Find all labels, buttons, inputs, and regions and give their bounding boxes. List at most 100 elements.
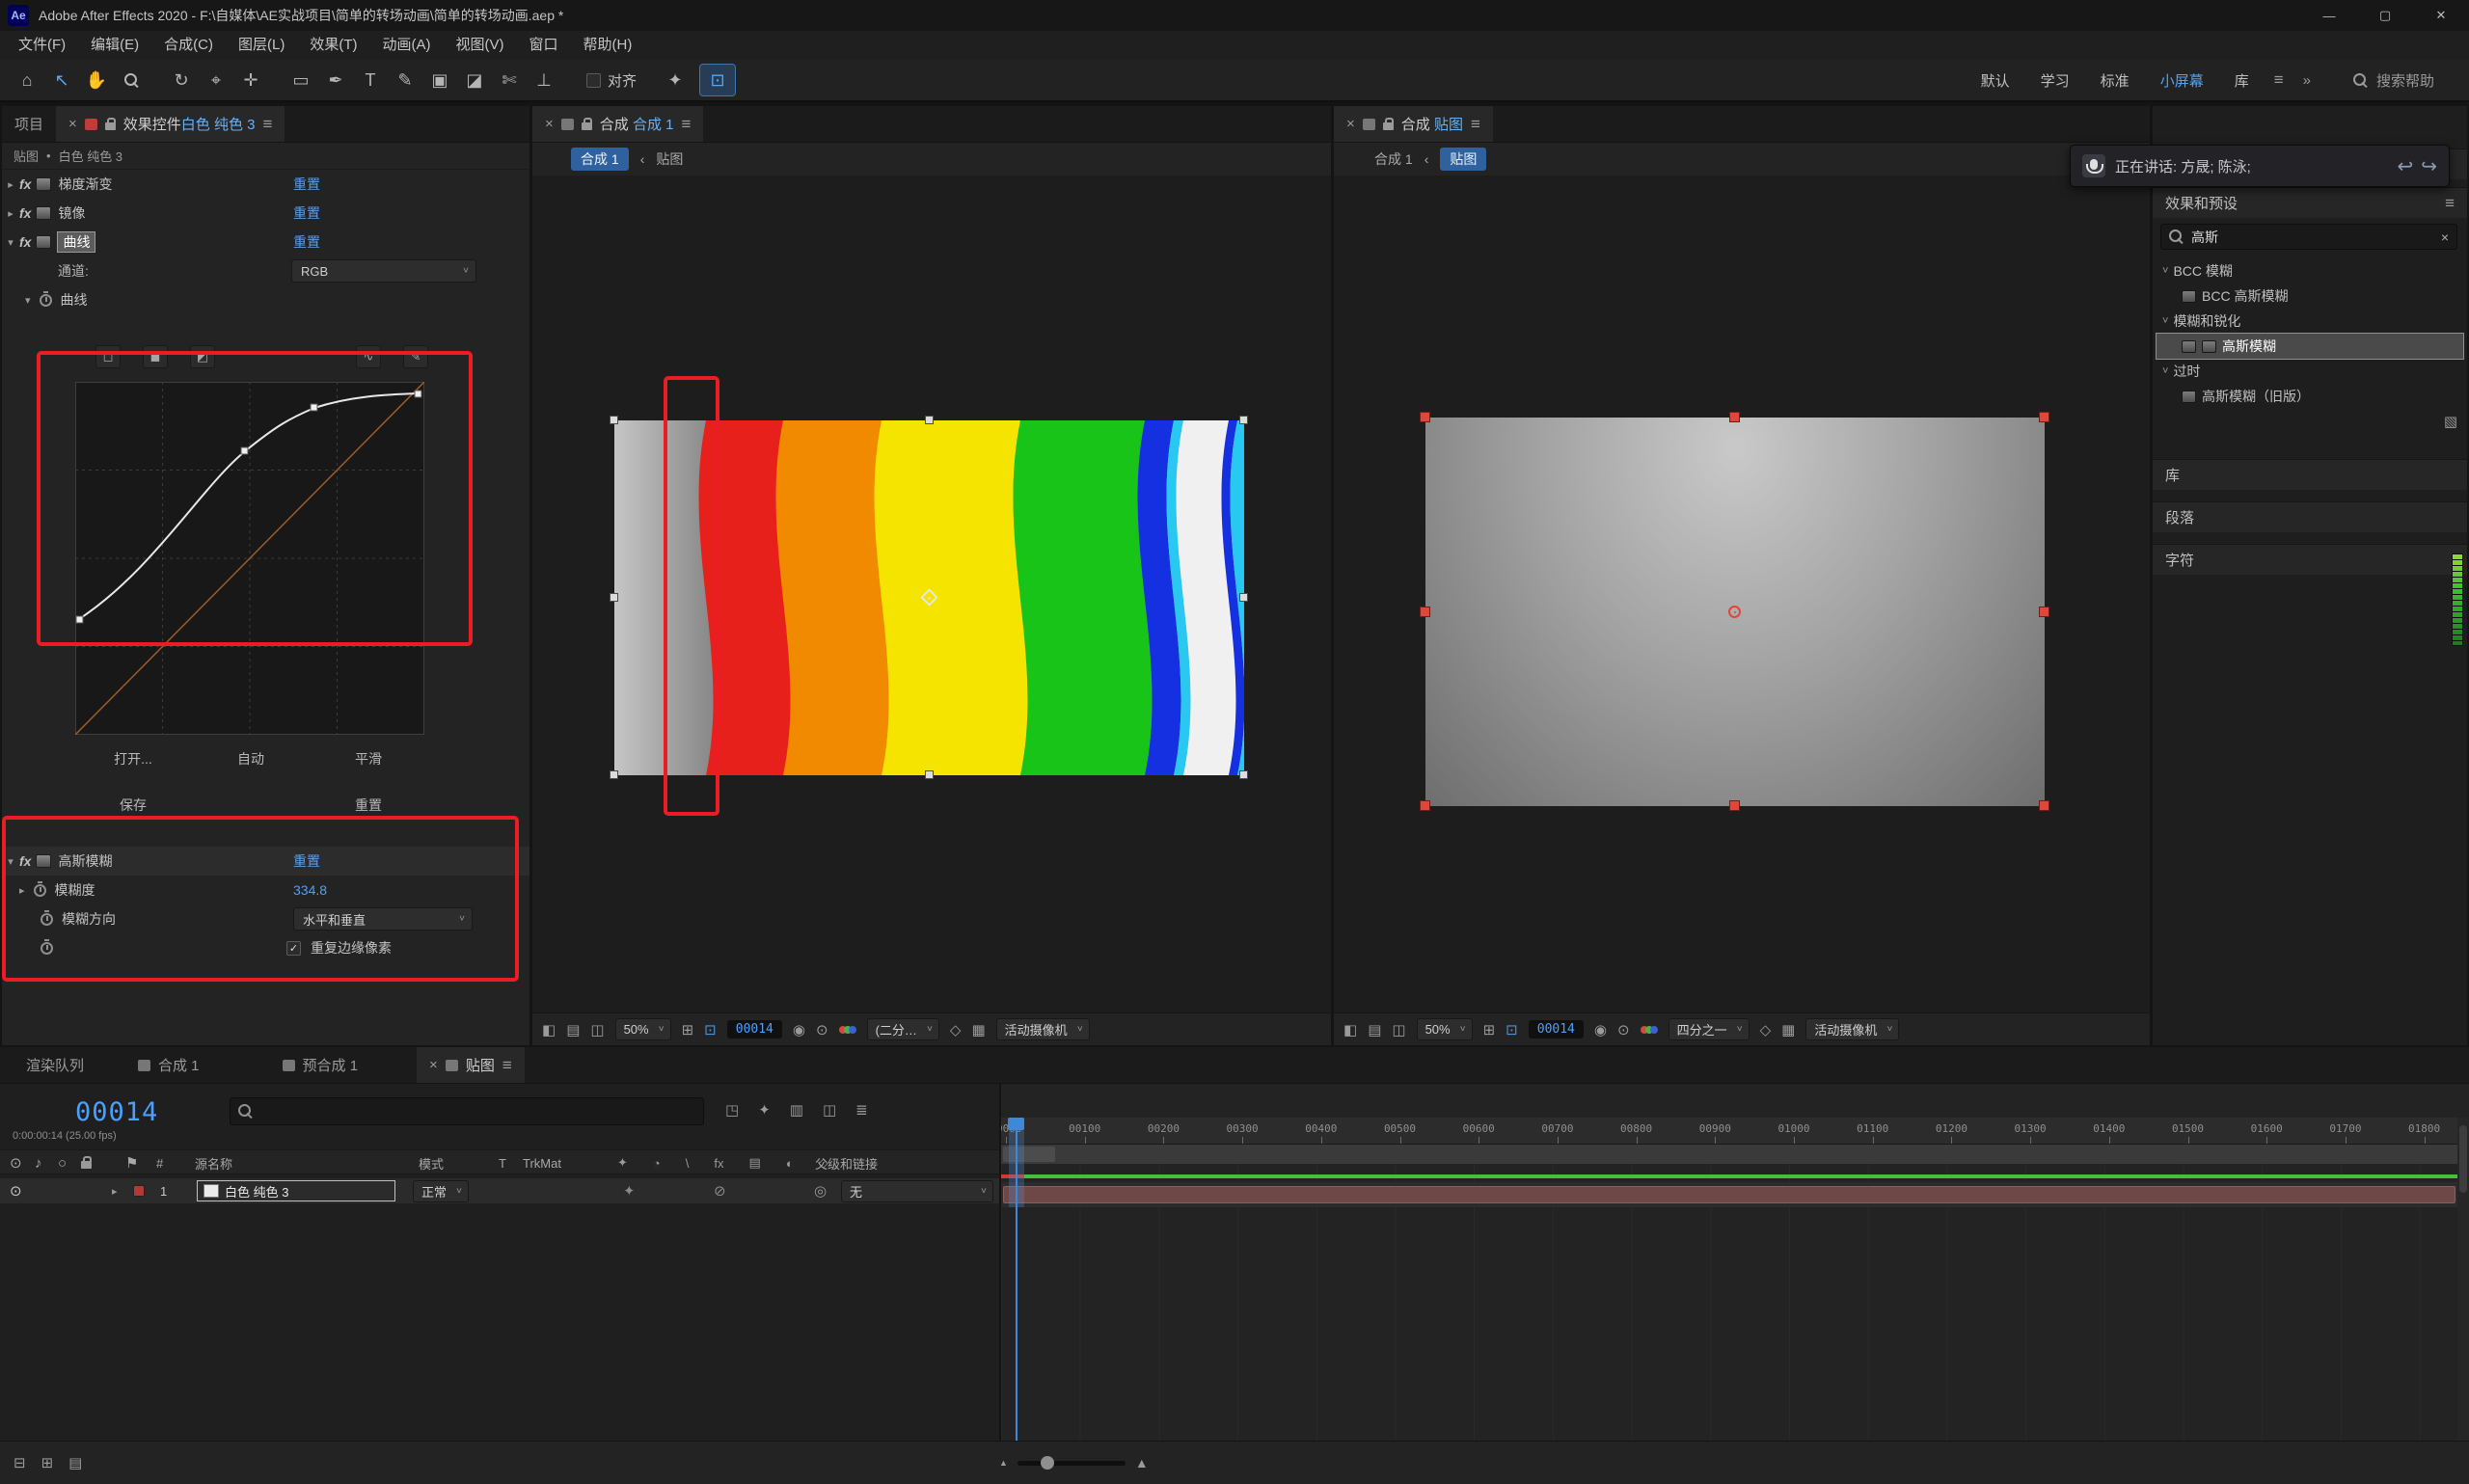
channel-dropdown[interactable]: RGB: [291, 259, 476, 283]
blur-direction-dropdown[interactable]: 水平和垂直: [293, 907, 473, 931]
workspace-库[interactable]: 库: [2219, 70, 2265, 91]
type-tool[interactable]: T: [353, 65, 388, 95]
snapshot-icon[interactable]: [793, 1021, 805, 1039]
close-tab-icon[interactable]: [545, 116, 554, 132]
effects-presets-panel-header[interactable]: 效果和预设: [2153, 187, 2467, 218]
region-of-interest-icon[interactable]: [1506, 1021, 1518, 1039]
transform-handle[interactable]: [1420, 800, 1430, 811]
panel-menu-icon[interactable]: [262, 115, 272, 134]
transform-handle[interactable]: [924, 770, 934, 779]
rulers-icon[interactable]: [1392, 1021, 1405, 1039]
transform-handle[interactable]: [1729, 412, 1740, 422]
mask-toggle-icon[interactable]: [950, 1021, 962, 1039]
anchor-point[interactable]: [1728, 606, 1741, 618]
effect-row-gradient-ramp[interactable]: ▸ fx 梯度渐变 重置: [2, 170, 529, 199]
zoom-dropdown[interactable]: 50%: [614, 1018, 671, 1040]
chevron-down-icon[interactable]: ▾: [2, 855, 19, 868]
stopwatch-icon[interactable]: [41, 909, 53, 926]
grid-options-icon[interactable]: [1368, 1021, 1381, 1039]
menu-item[interactable]: 窗口: [516, 31, 570, 60]
lock-icon[interactable]: [104, 117, 116, 130]
transform-handle[interactable]: [610, 770, 618, 779]
tree-item-effect[interactable]: 高斯模糊（旧版）: [2157, 384, 2463, 409]
view-layout-icon[interactable]: [542, 1021, 556, 1039]
roto-brush-tool[interactable]: ✄: [492, 65, 527, 95]
snapshot-icon[interactable]: [1594, 1021, 1607, 1039]
camera-dropdown[interactable]: 活动摄像机: [1805, 1018, 1900, 1040]
viewer-timecode[interactable]: 00014: [726, 1020, 782, 1039]
transform-handle[interactable]: [924, 416, 934, 424]
curves-graph[interactable]: [74, 381, 425, 736]
chevron-right-icon[interactable]: ▸: [2, 207, 19, 220]
layer-quality-icon[interactable]: [623, 1178, 636, 1203]
hand-tool[interactable]: ✋: [79, 65, 114, 95]
parent-pickwhip-icon[interactable]: [814, 1178, 827, 1203]
layer-row[interactable]: ▸ 1 白色 纯色 3 正常 无: [0, 1178, 999, 1203]
tab-precomp-1[interactable]: 预合成 1: [270, 1047, 371, 1083]
curves-save-button[interactable]: 保存: [95, 793, 172, 818]
fx-icon[interactable]: fx: [19, 234, 31, 250]
effect-row-curves[interactable]: ▾ fx 曲线 重置: [2, 228, 529, 256]
share-back-icon[interactable]: ↩: [2397, 154, 2413, 178]
mask-mode-icon[interactable]: ✦: [658, 65, 692, 95]
workspace-more-icon[interactable]: »: [2293, 72, 2320, 89]
tab-render-queue[interactable]: 渲染队列: [14, 1047, 96, 1083]
transform-handle[interactable]: [2039, 606, 2049, 617]
effect-row-mirror[interactable]: ▸ fx 镜像 重置: [2, 199, 529, 228]
workspace-学习[interactable]: 学习: [2025, 70, 2085, 91]
channels-icon[interactable]: [1640, 1024, 1658, 1036]
pixel-aspect-icon[interactable]: [971, 1021, 985, 1039]
minimize-button[interactable]: —: [2301, 0, 2357, 31]
timeline-search-input[interactable]: [230, 1097, 704, 1125]
camera-dropdown[interactable]: 活动摄像机: [995, 1018, 1090, 1040]
menu-item[interactable]: 图层(L): [226, 31, 297, 60]
close-tab-icon[interactable]: [429, 1057, 438, 1073]
transform-handle[interactable]: [1420, 412, 1430, 422]
layer-duration-bar[interactable]: [1003, 1186, 2455, 1203]
workspace-小屏幕[interactable]: 小屏幕: [2145, 70, 2219, 91]
reset-link[interactable]: 重置: [293, 851, 320, 871]
show-snapshot-icon[interactable]: [816, 1021, 828, 1039]
curves-smooth-button[interactable]: 平滑: [334, 746, 403, 771]
channels-icon[interactable]: [838, 1024, 856, 1036]
rotate-tool[interactable]: ↻: [164, 65, 199, 95]
transform-handle[interactable]: [1729, 800, 1740, 811]
chevron-right-icon[interactable]: ▸: [19, 884, 25, 897]
curves-auto-button[interactable]: 自动: [216, 746, 285, 771]
lock-icon[interactable]: [1382, 117, 1394, 130]
zoom-slider-handle[interactable]: [1040, 1455, 1054, 1470]
zoom-slider[interactable]: [1017, 1455, 1126, 1470]
reset-link[interactable]: 重置: [293, 175, 320, 194]
fx-icon[interactable]: fx: [19, 205, 31, 221]
timeline-graph-area[interactable]: 0000000100002000030000400005000060000700…: [999, 1084, 2469, 1441]
breadcrumb-comp1[interactable]: 合成 1: [1374, 149, 1413, 169]
panel-menu-icon[interactable]: [502, 1056, 512, 1075]
layer-track[interactable]: [1001, 1182, 2457, 1207]
panel-menu-icon[interactable]: [1471, 115, 1480, 134]
maximize-button[interactable]: ▢: [2357, 0, 2413, 31]
tab-project[interactable]: 项目: [2, 106, 56, 142]
workspace-menu-icon[interactable]: ≡: [2268, 70, 2290, 90]
fx-icon[interactable]: fx: [19, 853, 31, 869]
pen-tool[interactable]: ✒: [318, 65, 353, 95]
reset-link[interactable]: 重置: [293, 203, 320, 223]
zoom-dropdown[interactable]: 50%: [1416, 1018, 1473, 1040]
transform-handle[interactable]: [1239, 593, 1248, 602]
playhead-handle[interactable]: [1008, 1118, 1024, 1130]
expand-in-out-icon[interactable]: ▤: [68, 1454, 82, 1471]
menu-item[interactable]: 帮助(H): [571, 31, 645, 60]
tab-comp-1[interactable]: 合成 1: [125, 1047, 212, 1083]
layer-fx-icon[interactable]: [714, 1178, 726, 1203]
eraser-tool[interactable]: ◪: [457, 65, 492, 95]
chevron-down-icon[interactable]: ▾: [25, 294, 31, 307]
curve-preset2-icon[interactable]: ◼: [143, 345, 168, 368]
graph-editor-icon[interactable]: [855, 1101, 868, 1119]
panel-menu-icon[interactable]: [681, 115, 691, 134]
chevron-right-icon[interactable]: ▸: [2, 178, 19, 191]
transform-handle[interactable]: [1239, 770, 1248, 779]
tree-item-group[interactable]: 模糊和锐化: [2157, 309, 2463, 334]
share-forward-icon[interactable]: ↪: [2421, 154, 2437, 178]
zoom-in-icon[interactable]: ▲: [1135, 1455, 1149, 1471]
workspace-标准[interactable]: 标准: [2085, 70, 2145, 91]
playhead-line[interactable]: [1016, 1118, 1017, 1441]
